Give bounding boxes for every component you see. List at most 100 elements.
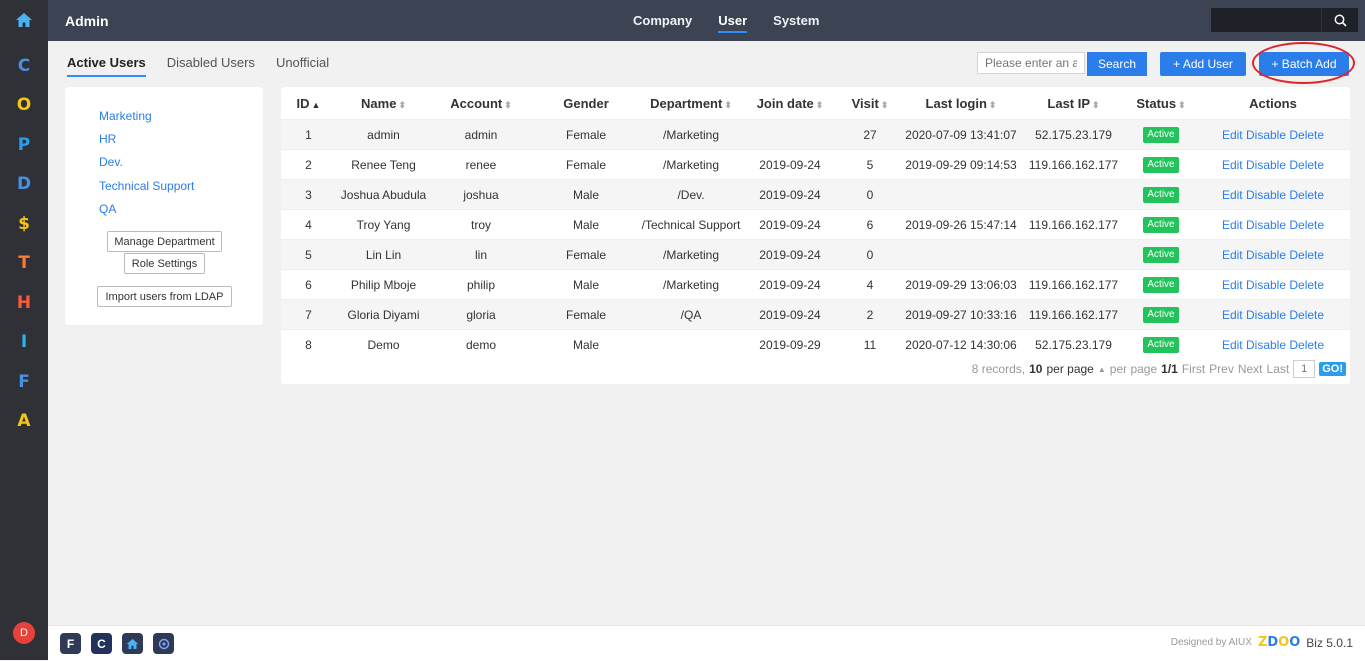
app-switcher-item[interactable]: C bbox=[0, 46, 48, 86]
dock-c-icon[interactable]: C bbox=[91, 633, 112, 654]
disable-link[interactable]: Disable bbox=[1246, 278, 1286, 292]
department-item-marketing[interactable]: Marketing bbox=[99, 109, 194, 132]
column-header[interactable]: Join date ⬍ bbox=[741, 87, 839, 120]
delete-link[interactable]: Delete bbox=[1289, 158, 1324, 172]
disable-link[interactable]: Disable bbox=[1246, 248, 1286, 262]
app-switcher-item[interactable]: $ bbox=[0, 204, 48, 244]
tab-disabled-users[interactable]: Disabled Users bbox=[167, 55, 255, 77]
pager-last[interactable]: Last bbox=[1267, 362, 1290, 376]
edit-link[interactable]: Edit bbox=[1222, 308, 1243, 322]
table-cell: Male bbox=[531, 209, 641, 240]
table-cell: 2020-07-09 13:41:07 bbox=[901, 119, 1021, 150]
edit-link[interactable]: Edit bbox=[1222, 278, 1243, 292]
sort-icon[interactable]: ⬍ bbox=[504, 100, 512, 110]
edit-link[interactable]: Edit bbox=[1222, 248, 1243, 262]
pager-go-button[interactable]: GO! bbox=[1319, 362, 1346, 376]
pager-first[interactable]: First bbox=[1182, 362, 1205, 376]
delete-link[interactable]: Delete bbox=[1289, 128, 1324, 142]
table-row: 8 Demo demo Male 2019-09-29 11 2020-07-12 14:3… bbox=[281, 329, 1350, 359]
app-switcher-item[interactable]: F bbox=[0, 362, 48, 402]
avatar[interactable]: D bbox=[13, 622, 35, 644]
nav-system[interactable]: System bbox=[760, 0, 832, 41]
search-button[interactable]: Search bbox=[1087, 52, 1147, 76]
table-cell: /Marketing bbox=[641, 269, 741, 300]
app-switcher-item[interactable]: P bbox=[0, 125, 48, 165]
role-settings-button[interactable]: Role Settings bbox=[124, 253, 205, 274]
pager-next[interactable]: Next bbox=[1238, 362, 1263, 376]
column-header[interactable]: Name ⬍ bbox=[336, 87, 431, 120]
delete-link[interactable]: Delete bbox=[1289, 338, 1324, 352]
pager-page-input[interactable]: 1 bbox=[1293, 360, 1316, 378]
app-switcher-item[interactable]: A bbox=[0, 402, 48, 442]
column-header[interactable]: Status ⬍ bbox=[1126, 87, 1196, 120]
users-table-panel: ID ▲ Name ⬍ Account ⬍ Gender Department ⬍ Join da… bbox=[281, 87, 1350, 384]
department-item-hr[interactable]: HR bbox=[99, 132, 194, 155]
edit-link[interactable]: Edit bbox=[1222, 128, 1243, 142]
disable-link[interactable]: Disable bbox=[1246, 188, 1286, 202]
sort-icon[interactable]: ⬍ bbox=[1092, 100, 1100, 110]
global-search-input[interactable] bbox=[1211, 8, 1321, 32]
column-header[interactable]: ID ▲ bbox=[281, 87, 336, 120]
table-cell: Renee Teng bbox=[336, 149, 431, 180]
table-cell: 119.166.162.177 bbox=[1021, 299, 1126, 330]
column-header[interactable]: Account ⬍ bbox=[431, 87, 531, 120]
sort-icon[interactable]: ⬍ bbox=[1178, 100, 1186, 110]
tab-active-users[interactable]: Active Users bbox=[67, 55, 146, 77]
sort-icon[interactable]: ⬍ bbox=[398, 100, 406, 110]
column-header[interactable]: Last IP ⬍ bbox=[1021, 87, 1126, 120]
delete-link[interactable]: Delete bbox=[1289, 248, 1324, 262]
app-switcher-item[interactable]: T bbox=[0, 244, 48, 284]
app-switcher-item[interactable]: D bbox=[0, 165, 48, 205]
delete-link[interactable]: Delete bbox=[1289, 188, 1324, 202]
disable-link[interactable]: Disable bbox=[1246, 158, 1286, 172]
pager-page-count: 1/1 bbox=[1161, 362, 1178, 376]
dock-f-icon[interactable]: F bbox=[60, 633, 81, 654]
sort-icon[interactable]: ⬍ bbox=[724, 100, 732, 110]
sort-icon[interactable]: ▲ bbox=[312, 100, 321, 110]
column-header[interactable]: Department ⬍ bbox=[641, 87, 741, 120]
search-icon[interactable] bbox=[1321, 8, 1358, 32]
home-icon[interactable] bbox=[0, 0, 48, 40]
disable-link[interactable]: Disable bbox=[1246, 218, 1286, 232]
pager-prev[interactable]: Prev bbox=[1209, 362, 1234, 376]
batch-add-button[interactable]: + Batch Add bbox=[1259, 52, 1349, 76]
import-ldap-button[interactable]: Import users from LDAP bbox=[97, 286, 232, 307]
nav-company[interactable]: Company bbox=[620, 0, 705, 41]
app-switcher-item[interactable]: H bbox=[0, 283, 48, 323]
sort-icon[interactable]: ⬍ bbox=[816, 100, 824, 110]
department-item-qa[interactable]: QA bbox=[99, 202, 194, 225]
delete-link[interactable]: Delete bbox=[1289, 278, 1324, 292]
add-user-button[interactable]: + Add User bbox=[1160, 52, 1246, 76]
status-cell: Active bbox=[1126, 119, 1196, 150]
column-header[interactable]: Last login ⬍ bbox=[901, 87, 1021, 120]
manage-department-button[interactable]: Manage Department bbox=[107, 231, 222, 252]
dock-home-icon[interactable] bbox=[122, 633, 143, 654]
department-item-dev[interactable]: Dev. bbox=[99, 155, 194, 178]
table-cell: /QA bbox=[641, 299, 741, 330]
column-header[interactable]: Visit ⬍ bbox=[839, 87, 901, 120]
table-cell: 5 bbox=[281, 239, 336, 270]
actions-cell: Edit Disable Delete bbox=[1196, 209, 1350, 240]
search-input[interactable] bbox=[977, 52, 1085, 74]
disable-link[interactable]: Disable bbox=[1246, 338, 1286, 352]
delete-link[interactable]: Delete bbox=[1289, 308, 1324, 322]
column-header-label: Last IP bbox=[1047, 95, 1091, 111]
app-switcher-item[interactable]: O bbox=[0, 86, 48, 126]
nav-user[interactable]: User bbox=[705, 0, 760, 41]
edit-link[interactable]: Edit bbox=[1222, 338, 1243, 352]
sort-icon[interactable]: ⬍ bbox=[881, 100, 889, 110]
pager-per-page-dropdown[interactable]: per page bbox=[1110, 362, 1157, 376]
dock-circle-icon[interactable] bbox=[153, 633, 174, 654]
edit-link[interactable]: Edit bbox=[1222, 218, 1243, 232]
table-cell: 27 bbox=[839, 119, 901, 150]
disable-link[interactable]: Disable bbox=[1246, 308, 1286, 322]
edit-link[interactable]: Edit bbox=[1222, 158, 1243, 172]
sort-icon[interactable]: ⬍ bbox=[989, 100, 997, 110]
edit-link[interactable]: Edit bbox=[1222, 188, 1243, 202]
department-item-technical-support[interactable]: Technical Support bbox=[99, 179, 194, 202]
disable-link[interactable]: Disable bbox=[1246, 128, 1286, 142]
tab-unofficial[interactable]: Unofficial bbox=[276, 55, 329, 77]
table-cell: Female bbox=[531, 239, 641, 270]
app-switcher-item[interactable]: I bbox=[0, 323, 48, 363]
delete-link[interactable]: Delete bbox=[1289, 218, 1324, 232]
